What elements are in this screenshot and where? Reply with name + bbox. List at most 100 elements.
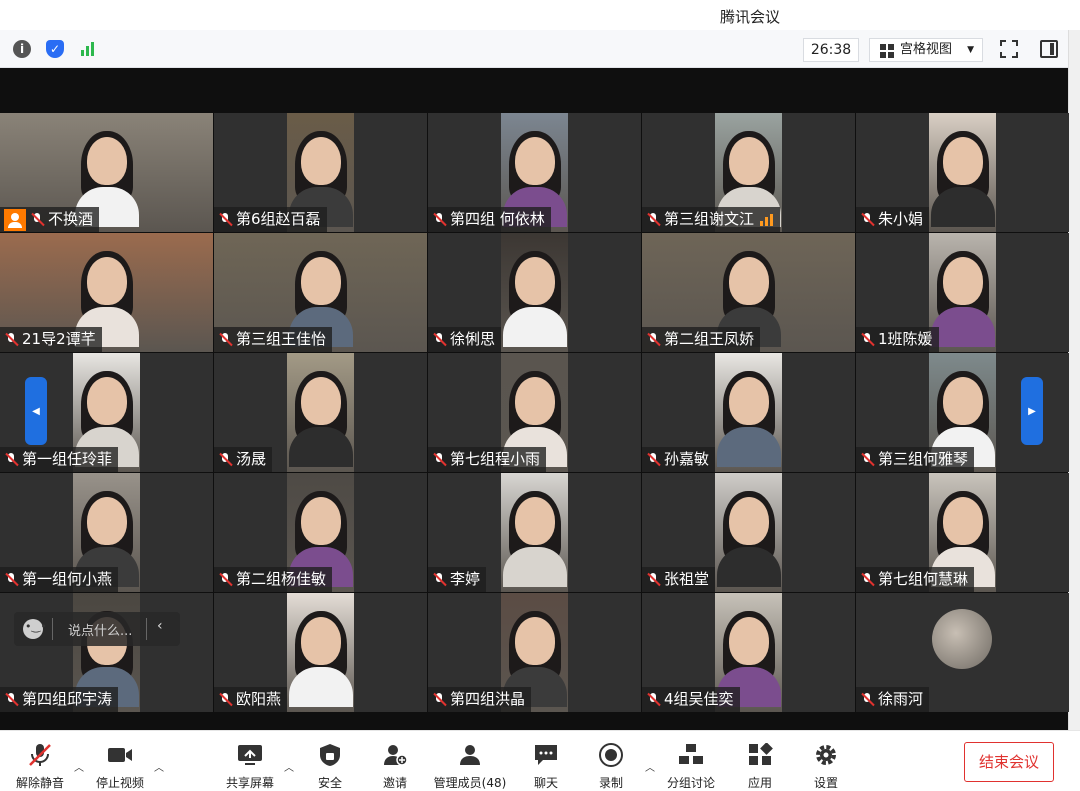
settings-label: 设置 [813,776,838,790]
participant-tile[interactable]: 第三组谢文江 [642,113,855,232]
share-screen-icon [238,745,262,765]
shield-icon [320,744,340,766]
participant-name: 张祖堂 [664,570,710,588]
sidebar-toggle-icon[interactable] [1040,40,1058,58]
manage-members-label: 管理成员(48) [433,776,507,790]
stop-video-button[interactable]: 停止视频 [80,743,160,791]
next-page-button[interactable]: ▶ [1021,377,1043,445]
add-user-icon [384,745,408,766]
participant-name-tag: 第七组何慧琳 [856,567,975,592]
participant-name-tag: 第三组王佳怡 [214,327,333,352]
muted-microphone-icon [860,452,875,467]
participant-name-tag: 孙嘉敏 [642,447,716,472]
participant-tile[interactable]: 4组吴佳奕 [642,593,855,712]
participant-tile[interactable]: 徐俐思 [428,233,641,352]
muted-microphone-icon [4,692,19,707]
participant-name-tag: 徐雨河 [856,687,930,712]
info-icon[interactable]: i [13,40,31,58]
muted-microphone-icon [218,452,233,467]
participant-silhouette [930,251,995,347]
invite-button[interactable]: 邀请 [355,743,435,791]
participant-tile[interactable]: 1班陈媛 [856,233,1069,352]
participant-name-tag: 第一组何小燕 [0,567,119,592]
participant-name-tag: 第四组邱宇涛 [0,687,119,712]
chevron-down-icon: ▼ [967,45,974,55]
muted-microphone-icon [4,452,19,467]
muted-microphone-icon [29,744,51,766]
participant-tile[interactable]: 第6组赵百磊 [214,113,427,232]
participant-tile[interactable]: 汤晟 [214,353,427,472]
participant-name-tag: 1班陈媛 [856,327,939,352]
breakout-rooms-button[interactable]: 分组讨论 [651,743,731,791]
participant-tile[interactable]: 第二组王凤娇 [642,233,855,352]
participant-name: 第七组程小雨 [450,450,541,468]
unmute-button[interactable]: 解除静音 [0,743,80,791]
chat-input-placeholder[interactable]: 说点什么... [68,620,132,639]
participant-tile[interactable]: 第四组 何依林 [428,113,641,232]
participant-tile[interactable]: 第四组邱宇涛 [0,593,213,712]
avatar [932,609,992,669]
share-screen-button[interactable]: 共享屏幕 [210,743,290,791]
end-meeting-button[interactable]: 结束会议 [964,742,1054,782]
participant-tile[interactable]: 21导2谭芊 [0,233,213,352]
participant-name-tag: 第七组程小雨 [428,447,547,472]
settings-button[interactable]: 设置 [786,743,866,791]
participant-tile[interactable]: 第七组何慧琳 [856,473,1069,592]
quick-chat-bar[interactable]: 说点什么... ‹ [14,612,180,646]
participant-tile[interactable]: 李婷 [428,473,641,592]
participant-name: 不换酒 [48,210,94,228]
participant-name-tag: 欧阳燕 [214,687,288,712]
window-title: 腾讯会议 [719,8,780,26]
muted-microphone-icon [860,212,875,227]
video-options-chevron-icon[interactable]: ︿ [154,759,164,774]
record-icon [599,743,623,767]
participant-name-tag: 第二组杨佳敏 [214,567,333,592]
participant-silhouette [502,491,567,587]
muted-microphone-icon [646,212,661,227]
participant-silhouette [288,371,353,467]
participant-name-tag: 4组吴佳奕 [642,687,740,712]
participant-name-tag: 第二组王凤娇 [642,327,761,352]
participant-tile[interactable]: 第一组何小燕 [0,473,213,592]
participant-name-tag: 第四组洪晶 [428,687,532,712]
participant-tile[interactable]: 张祖堂 [642,473,855,592]
fullscreen-icon[interactable] [1000,40,1018,58]
emoji-icon[interactable] [23,619,47,639]
participant-name-tag: 21导2谭芊 [0,327,102,352]
collapse-chat-icon[interactable]: ‹ [157,618,163,634]
participant-silhouette [930,131,995,227]
muted-microphone-icon [30,212,45,227]
divider [146,618,147,640]
meeting-info-bar: i ✓ 26:38 宫格视图 ▼ [0,30,1068,68]
previous-page-button[interactable]: ◀ [25,377,47,445]
participant-tile[interactable]: 第三组王佳怡 [214,233,427,352]
participant-tile[interactable]: 欧阳燕 [214,593,427,712]
chat-bubble-icon [535,745,557,765]
host-badge-icon [4,208,26,231]
window-scrollbar[interactable] [1068,30,1080,730]
participant-tile[interactable]: 不换酒 [0,113,213,232]
muted-microphone-icon [218,212,233,227]
participant-silhouette [288,611,353,707]
record-label: 录制 [598,776,623,790]
gallery-view-dropdown[interactable]: 宫格视图 ▼ [869,38,983,62]
participant-tile[interactable]: 第二组杨佳敏 [214,473,427,592]
signal-strength-icon[interactable] [79,40,97,58]
participant-tile[interactable]: 第七组程小雨 [428,353,641,472]
shield-icon[interactable]: ✓ [46,40,64,58]
participant-tile[interactable]: 朱小娟 [856,113,1069,232]
manage-members-button[interactable]: 管理成员(48) [430,743,510,791]
participant-tile[interactable]: 徐雨河 [856,593,1069,712]
participant-tile[interactable]: 第四组洪晶 [428,593,641,712]
participant-silhouette [716,491,781,587]
participant-name-tag: 第三组谢文江 [642,207,781,232]
participant-tile[interactable]: 孙嘉敏 [642,353,855,472]
breakout-rooms-icon [679,744,703,764]
participant-name: 第七组何慧琳 [878,570,969,588]
participant-name: 第一组何小燕 [22,570,113,588]
muted-microphone-icon [860,332,875,347]
participant-name-tag: 李婷 [428,567,487,592]
participant-name: 孙嘉敏 [664,450,710,468]
record-button[interactable]: 录制 [571,743,651,791]
muted-microphone-icon [860,692,875,707]
